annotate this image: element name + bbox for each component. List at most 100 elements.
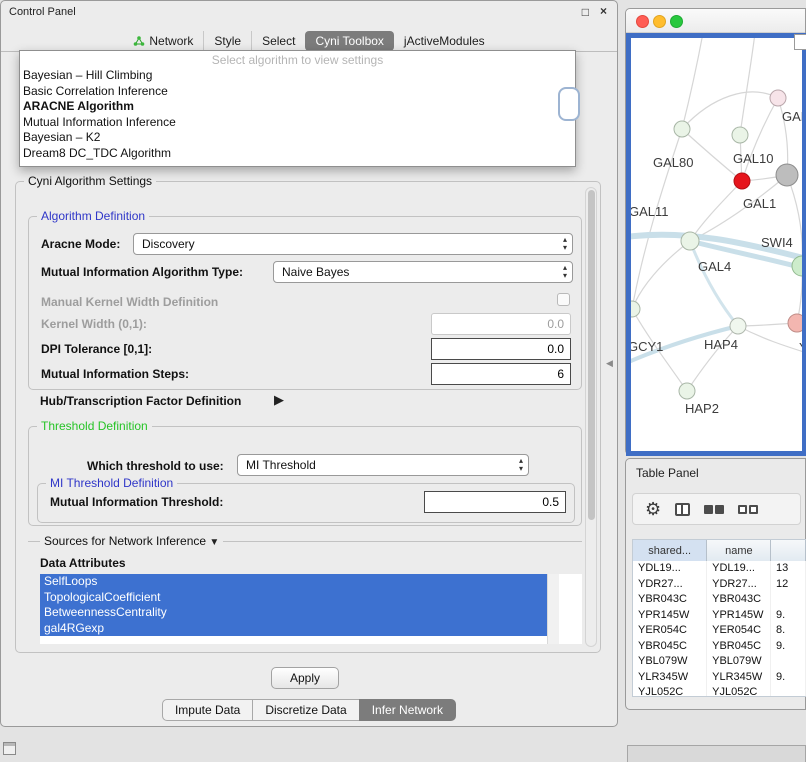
- mi-threshold-definition-group: MI Threshold Definition Mutual Informati…: [37, 483, 575, 523]
- which-threshold-select[interactable]: MI Threshold ▴▾: [237, 454, 529, 476]
- column-header[interactable]: shared...: [633, 540, 707, 561]
- table-toolbar: ⚙: [632, 493, 801, 525]
- settings-scrollbar[interactable]: [585, 187, 597, 647]
- group-title: Threshold Definition: [37, 419, 152, 433]
- column-header[interactable]: [771, 540, 806, 561]
- table-panel-window: Table Panel ⚙ shared... name YDL19... YD…: [625, 458, 806, 710]
- graph-node[interactable]: [626, 301, 640, 317]
- tab-label: jActiveModules: [404, 34, 485, 48]
- dpi-tolerance-label: DPI Tolerance [0,1]:: [41, 342, 152, 356]
- algorithm-option-selected[interactable]: ARACNE Algorithm: [20, 99, 575, 115]
- algorithm-option[interactable]: Basic Correlation Inference: [20, 84, 575, 100]
- tab-jactivemodules[interactable]: jActiveModules: [394, 31, 495, 51]
- tab-label: Style: [214, 34, 241, 48]
- tab-impute-data[interactable]: Impute Data: [162, 699, 253, 721]
- table-row[interactable]: YBR045C YBR045C 9.: [633, 639, 806, 655]
- chevron-down-icon[interactable]: ▼: [209, 537, 219, 548]
- graph-edge[interactable]: [682, 92, 778, 129]
- column-selector-icon[interactable]: [675, 503, 690, 516]
- panel-collapse-arrow-icon[interactable]: ◀: [606, 358, 613, 369]
- kernel-width-label: Kernel Width (0,1):: [41, 317, 147, 331]
- tab-select[interactable]: Select: [251, 31, 305, 51]
- attribute-item[interactable]: TopologicalCoefficient: [40, 590, 547, 606]
- mi-type-select[interactable]: Naive Bayes ▴▾: [273, 261, 573, 283]
- network-canvas[interactable]: GAL80GAL10GAL11GAL1SWI4GAL4GCY1HAP4HAP2G…: [626, 33, 806, 456]
- dpi-tolerance-field[interactable]: [431, 338, 571, 360]
- attribute-item[interactable]: gal4RGexp: [40, 621, 547, 637]
- minimize-traffic-light[interactable]: [653, 15, 666, 28]
- mi-threshold-label: Mutual Information Threshold:: [50, 495, 223, 509]
- table-row[interactable]: YPR145W YPR145W 9.: [633, 608, 806, 624]
- table-row[interactable]: YBR043C YBR043C: [633, 592, 806, 608]
- aracne-mode-label: Aracne Mode:: [41, 237, 120, 251]
- column-header[interactable]: name: [707, 540, 771, 561]
- aracne-mode-select[interactable]: Discovery ▴▾: [133, 233, 573, 255]
- birdseye-corner-box[interactable]: [794, 34, 806, 50]
- graph-node[interactable]: [681, 232, 699, 250]
- algorithm-option[interactable]: Bayesian – K2: [20, 130, 575, 146]
- graph-node-label: SWI4: [761, 235, 793, 250]
- graph-node[interactable]: [732, 127, 748, 143]
- table-row[interactable]: YLR345W YLR345W 9.: [633, 670, 806, 686]
- table-row[interactable]: YBL079W YBL079W: [633, 654, 806, 670]
- tab-cyni-toolbox[interactable]: Cyni Toolbox: [305, 31, 393, 51]
- checked-box-icon: [704, 505, 713, 514]
- settings-scrollbar-thumb[interactable]: [588, 190, 595, 520]
- algorithm-option[interactable]: Mutual Information Inference: [20, 115, 575, 131]
- graph-edge[interactable]: [632, 241, 690, 309]
- graph-edge[interactable]: [690, 181, 742, 241]
- graph-node[interactable]: [792, 256, 806, 276]
- mi-threshold-field[interactable]: [424, 491, 566, 513]
- kernel-width-field[interactable]: [431, 313, 571, 335]
- close-icon[interactable]: ×: [600, 5, 607, 17]
- tab-infer-network[interactable]: Infer Network: [359, 699, 456, 721]
- tab-style[interactable]: Style: [203, 31, 251, 51]
- tab-network[interactable]: Network: [123, 31, 203, 51]
- table-row[interactable]: YDL19... YDL19... 13: [633, 561, 806, 577]
- graph-node-label: GAL80: [653, 155, 693, 170]
- graph-node[interactable]: [730, 318, 746, 334]
- float-window-icon[interactable]: □: [582, 6, 589, 18]
- manual-kernel-checkbox[interactable]: [557, 293, 570, 306]
- select-all-checkboxes-icon[interactable]: [704, 505, 724, 514]
- graph-edge[interactable]: [740, 33, 755, 135]
- graph-node[interactable]: [734, 173, 750, 189]
- graph-node[interactable]: [788, 314, 806, 332]
- apply-button-label: Apply: [290, 671, 320, 685]
- checked-box-icon: [715, 505, 724, 514]
- graph-edge[interactable]: [742, 98, 778, 181]
- algorithm-option[interactable]: Bayesian – Hill Climbing: [20, 68, 575, 84]
- graph-node[interactable]: [674, 121, 690, 137]
- data-attributes-list: SelfLoops TopologicalCoefficient Between…: [40, 574, 582, 644]
- close-traffic-light[interactable]: [636, 15, 649, 28]
- attribute-item[interactable]: BetweennessCentrality: [40, 605, 547, 621]
- table-row[interactable]: YDR27... YDR27... 12: [633, 577, 806, 593]
- popup-scrollbar-thumb[interactable]: [558, 87, 580, 121]
- graph-edge[interactable]: [687, 326, 738, 391]
- group-title: Cyni Algorithm Settings: [24, 174, 156, 188]
- tab-label: Network: [149, 34, 193, 48]
- algorithm-dropdown-popup: Select algorithm to view settings Bayesi…: [19, 50, 576, 167]
- which-threshold-label: Which threshold to use:: [87, 459, 224, 473]
- graph-edge[interactable]: [682, 33, 703, 129]
- graph-node[interactable]: [770, 90, 786, 106]
- deselect-all-checkboxes-icon[interactable]: [738, 505, 758, 514]
- tab-discretize-data[interactable]: Discretize Data: [252, 699, 359, 721]
- zoom-traffic-light[interactable]: [670, 15, 683, 28]
- mi-steps-field[interactable]: [431, 363, 571, 385]
- table-row[interactable]: YJL052C YJL052C: [633, 685, 806, 697]
- unchecked-box-icon: [738, 505, 747, 514]
- gear-icon[interactable]: ⚙: [645, 500, 661, 518]
- algorithm-option[interactable]: Dream8 DC_TDC Algorithm: [20, 146, 575, 162]
- network-window-titlebar[interactable]: [626, 9, 805, 33]
- chevron-right-icon[interactable]: ▶: [274, 392, 284, 408]
- attribute-item[interactable]: SelfLoops: [40, 574, 547, 590]
- graph-edge[interactable]: [690, 241, 738, 326]
- network-canvas-area[interactable]: GAL80GAL10GAL11GAL1SWI4GAL4GCY1HAP4HAP2G…: [626, 33, 806, 456]
- table-row[interactable]: YER054C YER054C 8.: [633, 623, 806, 639]
- graph-node[interactable]: [679, 383, 695, 399]
- apply-button[interactable]: Apply: [271, 667, 339, 689]
- minimized-panel-icon[interactable]: [3, 742, 16, 755]
- attributes-list-scrollbar[interactable]: [547, 574, 559, 644]
- graph-node[interactable]: [776, 164, 798, 186]
